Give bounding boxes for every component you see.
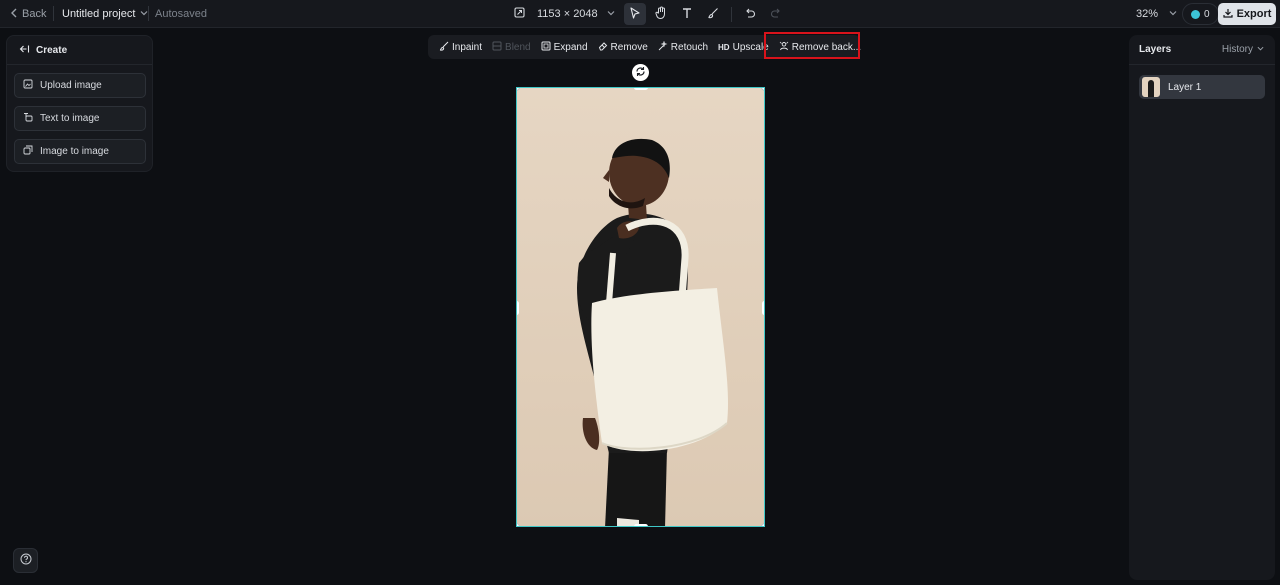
zoom-value: 32% [1136, 8, 1159, 20]
history-label: History [1221, 44, 1253, 55]
layers-panel: Layers History Layer 1 [1129, 35, 1275, 580]
retouch-button[interactable]: Retouch [653, 35, 713, 59]
blend-icon [492, 41, 502, 54]
text-to-image-icon [23, 112, 33, 125]
resize-handle-right[interactable] [762, 301, 764, 315]
image-to-image-icon [23, 145, 33, 158]
brush-tool-button[interactable] [702, 3, 724, 25]
divider [53, 6, 54, 21]
credit-icon [1191, 9, 1200, 19]
chevron-left-icon [10, 8, 18, 21]
top-bar: Back Untitled project Autosaved 1153 × 2… [0, 0, 1280, 28]
layer-name: Layer 1 [1168, 81, 1202, 93]
download-icon [1222, 8, 1233, 21]
project-title-dropdown[interactable]: Untitled project [62, 0, 149, 28]
chevron-down-icon [1256, 44, 1265, 55]
inpaint-button[interactable]: Inpaint [434, 35, 487, 59]
question-icon [20, 553, 32, 568]
rotate-handle[interactable] [632, 64, 649, 81]
credits-badge[interactable]: 0 [1182, 3, 1219, 25]
person-photo [517, 88, 764, 526]
upload-image-label: Upload image [40, 80, 102, 91]
image-to-image-button[interactable]: Image to image [14, 139, 146, 164]
text-to-image-label: Text to image [40, 113, 100, 124]
undo-icon [744, 7, 756, 22]
layers-title: Layers [1139, 44, 1172, 55]
divider [731, 6, 732, 22]
resize-icon [514, 7, 525, 21]
upload-image-button[interactable]: Upload image [14, 73, 146, 98]
undo-button[interactable] [739, 3, 761, 25]
retouch-icon [658, 40, 668, 54]
brush-icon [707, 7, 719, 22]
expand-icon [541, 41, 551, 54]
select-tool-button[interactable] [624, 3, 646, 25]
create-panel: Create Upload image Text to image Image … [6, 35, 153, 172]
text-tool-button[interactable] [676, 3, 698, 25]
remove-label: Remove [610, 41, 648, 53]
dimensions-value: 1153 × 2048 [537, 8, 598, 20]
blend-label: Blend [505, 41, 531, 53]
export-button[interactable]: Export [1218, 3, 1276, 25]
redo-icon [770, 7, 782, 22]
credits-count: 0 [1204, 8, 1210, 20]
redo-button[interactable] [765, 3, 787, 25]
collapse-left-icon [19, 44, 30, 57]
divider [148, 6, 149, 21]
highlight-box [764, 32, 860, 59]
hand-tool-button[interactable] [650, 3, 672, 25]
chevron-down-icon [1168, 8, 1178, 20]
layer-item[interactable]: Layer 1 [1139, 75, 1265, 99]
expand-label: Expand [553, 41, 588, 53]
text-to-image-button[interactable]: Text to image [14, 106, 146, 131]
canvas-image[interactable] [516, 87, 765, 527]
export-label: Export [1236, 8, 1272, 20]
back-label: Back [22, 8, 47, 20]
expand-button[interactable]: Expand [536, 35, 593, 59]
autosaved-status: Autosaved [155, 8, 207, 20]
help-button[interactable] [13, 548, 38, 573]
layer-thumbnail [1142, 77, 1160, 97]
history-dropdown[interactable]: History [1222, 44, 1265, 55]
zoom-dropdown[interactable]: 32% [1136, 0, 1178, 28]
dimensions-dropdown[interactable]: 1153 × 2048 [514, 0, 616, 28]
image-to-image-label: Image to image [40, 146, 109, 157]
resize-handle-left[interactable] [517, 301, 519, 315]
layers-header: Layers History [1129, 35, 1275, 65]
hd-icon: HD [718, 42, 730, 52]
project-title: Untitled project [62, 8, 136, 20]
upload-image-icon [23, 79, 33, 92]
cursor-icon [629, 6, 641, 22]
chevron-down-icon [606, 8, 616, 20]
blend-button[interactable]: Blend [487, 35, 536, 59]
create-title: Create [36, 44, 68, 56]
retouch-label: Retouch [670, 41, 709, 53]
text-icon [681, 7, 693, 22]
eraser-icon [598, 41, 608, 54]
resize-handle-bottom[interactable] [634, 524, 648, 526]
inpaint-icon [439, 41, 449, 54]
rotate-icon [635, 66, 646, 80]
remove-button[interactable]: Remove [593, 35, 653, 59]
tool-group [624, 0, 787, 28]
resize-handle-bottom-right[interactable] [761, 523, 764, 526]
back-button[interactable]: Back [10, 0, 46, 28]
inpaint-label: Inpaint [452, 41, 483, 53]
hand-icon [655, 6, 667, 22]
create-header[interactable]: Create [7, 36, 152, 65]
resize-handle-top[interactable] [634, 88, 648, 90]
